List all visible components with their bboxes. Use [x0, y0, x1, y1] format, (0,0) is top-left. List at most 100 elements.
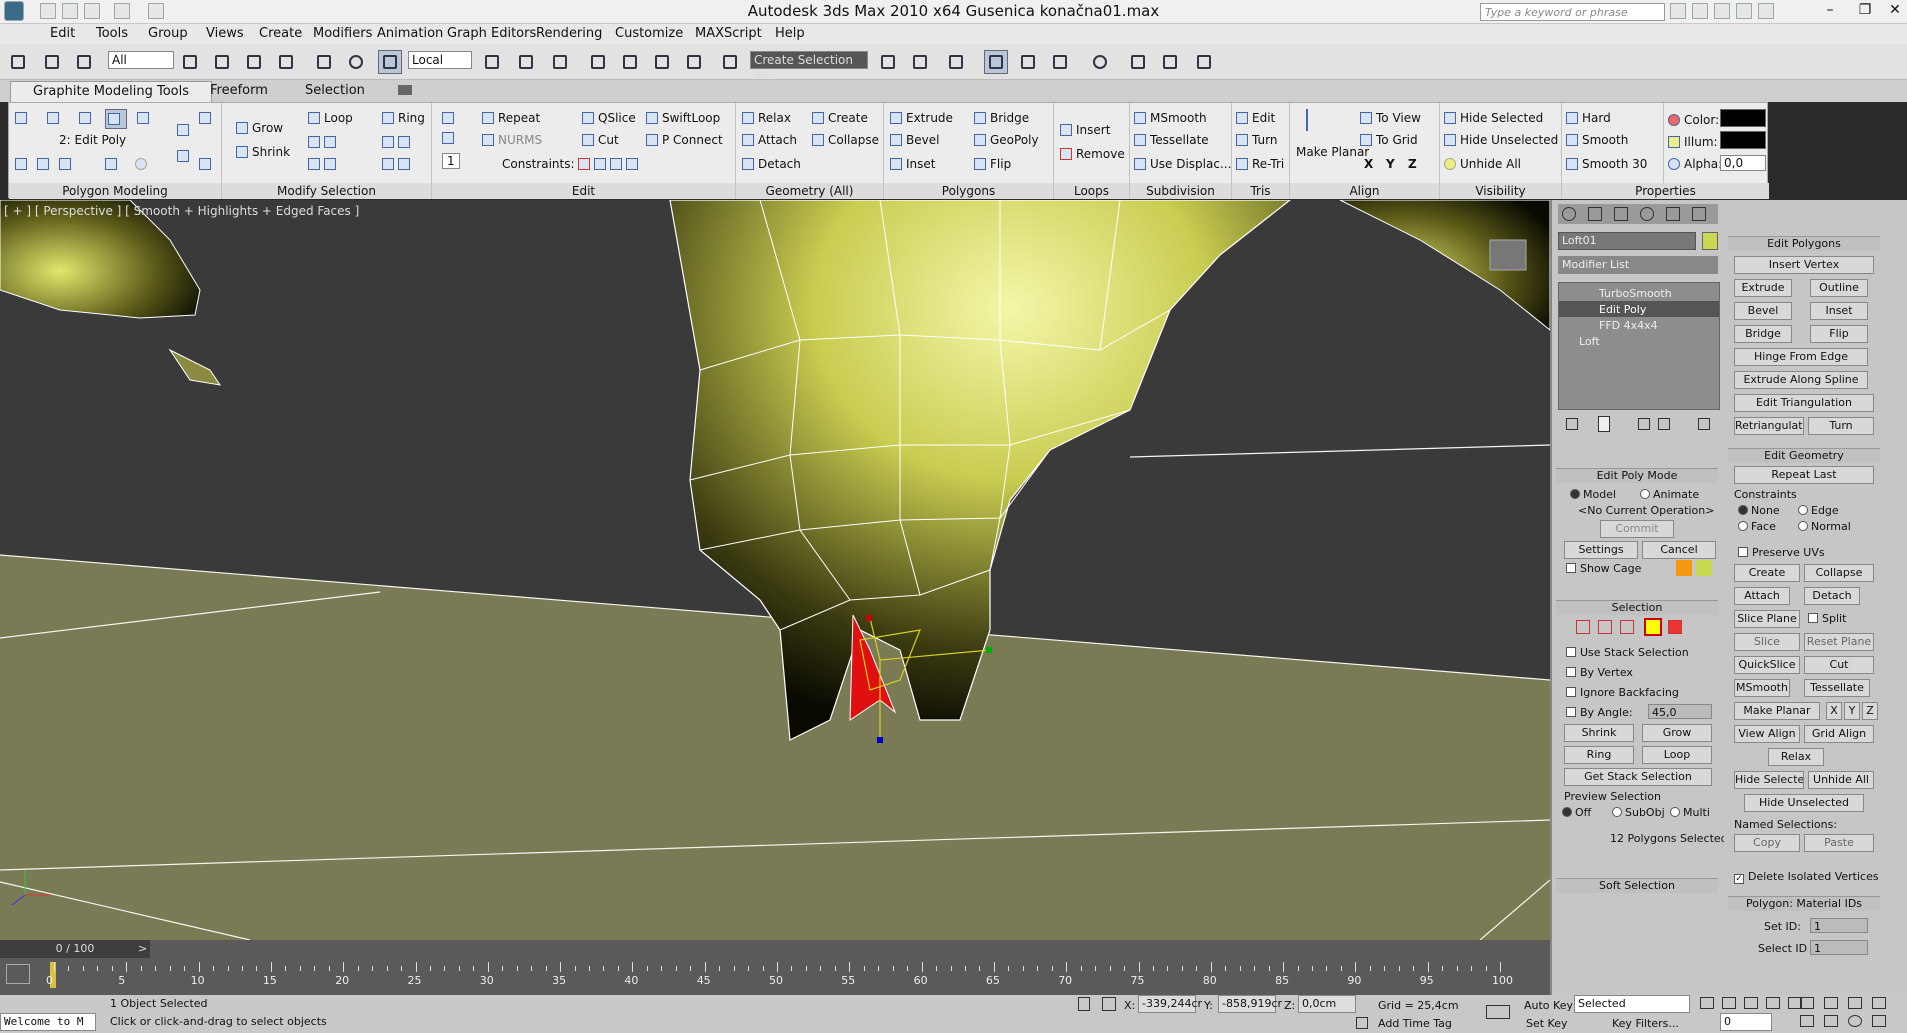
paste-button[interactable]: Paste: [1804, 834, 1874, 852]
constraint-edge-radio[interactable]: Edge: [1798, 504, 1839, 517]
rollout-selection[interactable]: Selection: [1556, 600, 1718, 615]
motion-tab-icon[interactable]: [1640, 207, 1654, 221]
mirror-icon[interactable]: [876, 50, 900, 74]
collapse-button[interactable]: Collapse: [1804, 564, 1874, 582]
slice-button[interactable]: Slice: [1734, 633, 1800, 651]
unhide-all-button[interactable]: Unhide All: [1444, 157, 1521, 171]
align-icon[interactable]: [908, 50, 932, 74]
smooth30-button[interactable]: Smooth 30: [1566, 157, 1647, 171]
hide-unselected-button[interactable]: Hide Unselected: [1744, 794, 1864, 812]
modify-mode-icon[interactable]: [199, 111, 215, 125]
make-planar-icon[interactable]: [1306, 109, 1322, 131]
menu-animation[interactable]: Animation: [377, 26, 443, 41]
zoom-extents-all-icon[interactable]: [1872, 997, 1886, 1009]
tab-graphite[interactable]: Graphite Modeling Tools: [10, 81, 213, 102]
use-stack-checkbox[interactable]: Use Stack Selection: [1566, 646, 1689, 659]
edit-named-sel-icon[interactable]: [718, 50, 742, 74]
play-icon[interactable]: [1744, 997, 1758, 1009]
cancel-button[interactable]: Cancel: [1642, 541, 1716, 559]
turn-button[interactable]: Turn: [1808, 417, 1874, 435]
angle-input[interactable]: 45,0: [1648, 704, 1712, 719]
edit-triangulation-button[interactable]: Edit Triangulation: [1734, 394, 1874, 412]
zoom-extents-icon[interactable]: [1848, 997, 1862, 1009]
graphite-toggle-icon[interactable]: [984, 50, 1008, 74]
align-x-button[interactable]: X: [1364, 157, 1373, 171]
unhide-all-button[interactable]: Unhide All: [1808, 771, 1874, 789]
auto-key-button[interactable]: Auto Key: [1524, 999, 1573, 1012]
edit-tri-button[interactable]: Edit: [1236, 111, 1275, 125]
border-mode-icon[interactable]: [79, 111, 95, 125]
bridge-button[interactable]: Bridge: [974, 111, 1029, 125]
nurms-button[interactable]: NURMS: [482, 133, 542, 147]
by-vertex-checkbox[interactable]: By Vertex: [1566, 666, 1633, 679]
viewport-label[interactable]: [ + ] [ Perspective ] [ Smooth + Highlig…: [4, 204, 359, 218]
grow-button[interactable]: Grow: [236, 121, 283, 135]
spinner-snap-icon[interactable]: [682, 50, 706, 74]
flip-button[interactable]: Flip: [974, 157, 1011, 171]
planar-x-button[interactable]: X: [1826, 702, 1842, 720]
extrude-button[interactable]: Extrude: [890, 111, 953, 125]
menu-views[interactable]: Views: [206, 26, 244, 41]
rendered-frame-icon[interactable]: [1158, 50, 1182, 74]
key-mode-select[interactable]: Selected: [1574, 995, 1690, 1013]
menu-help[interactable]: Help: [775, 26, 805, 41]
detach-button[interactable]: Detach: [1804, 587, 1860, 605]
time-slider[interactable]: 0 / 100: [0, 940, 150, 958]
pivot-center-icon[interactable]: [480, 50, 504, 74]
tab-freeform[interactable]: Freeform: [210, 83, 268, 98]
cage-color-swatch[interactable]: [1676, 560, 1692, 576]
vertex-subobj-icon[interactable]: [1576, 620, 1590, 634]
ring-button[interactable]: Ring: [1564, 746, 1634, 764]
zoom-all-icon[interactable]: [1824, 997, 1838, 1009]
rollout-edit-poly-mode[interactable]: Edit Poly Mode: [1556, 468, 1718, 483]
msmooth-button[interactable]: MSmooth: [1134, 111, 1207, 125]
properties-panel-label[interactable]: Properties: [1562, 183, 1769, 199]
key-filters-button[interactable]: Key Filters...: [1612, 1017, 1679, 1030]
search-input[interactable]: Type a keyword or phrase: [1480, 3, 1665, 21]
shrink-button[interactable]: Shrink: [236, 145, 290, 159]
panel-label[interactable]: Polygons: [884, 183, 1053, 199]
hard-button[interactable]: Hard: [1566, 111, 1611, 125]
show-end-result-icon[interactable]: [59, 157, 75, 171]
percent-snap-icon[interactable]: [650, 50, 674, 74]
remove-button[interactable]: Remove: [1060, 147, 1125, 161]
material-editor-icon[interactable]: [1088, 50, 1112, 74]
named-selection-select[interactable]: Create Selection Se: [750, 51, 868, 81]
panel-label[interactable]: Modify Selection: [222, 183, 431, 199]
geopoly-button[interactable]: GeoPoly: [974, 133, 1039, 147]
goto-start-icon[interactable]: [1700, 997, 1714, 1009]
rollout-edit-geometry[interactable]: Edit Geometry: [1728, 448, 1880, 463]
retri-button[interactable]: Re-Tri: [1236, 157, 1284, 171]
zoom-icon[interactable]: [1800, 997, 1814, 1009]
insert-vertex-button[interactable]: Insert Vertex: [1734, 256, 1874, 274]
object-color-swatch[interactable]: [1702, 232, 1718, 250]
menu-modifiers[interactable]: Modifiers: [313, 26, 372, 41]
maxscript-listener[interactable]: Welcome to M: [0, 1013, 96, 1031]
utilities-tab-icon[interactable]: [1692, 207, 1706, 221]
previous-modifier-icon[interactable]: [177, 123, 193, 137]
tessellate-button[interactable]: Tessellate: [1804, 679, 1870, 697]
align-y-button[interactable]: Y: [1386, 157, 1395, 171]
outline-button[interactable]: Outline: [1810, 279, 1868, 297]
alpha-input[interactable]: 0,0: [1720, 155, 1766, 171]
panel-label[interactable]: Align: [1290, 183, 1439, 199]
next-frame-icon[interactable]: [1766, 997, 1780, 1009]
panel-label[interactable]: Subdivision: [1130, 183, 1231, 199]
ring-mode-icon[interactable]: [382, 157, 414, 171]
color-swatch[interactable]: [1720, 109, 1766, 127]
menu-customize[interactable]: Customize: [615, 26, 683, 41]
key-icon[interactable]: [1486, 1005, 1510, 1019]
toggle-command-panel-icon[interactable]: [15, 157, 31, 171]
keyboard-shortcut-icon[interactable]: [548, 50, 572, 74]
edge-subobj-icon[interactable]: [1598, 620, 1612, 634]
ribbon-minimize-icon[interactable]: [398, 85, 412, 95]
relax-button[interactable]: Relax: [1768, 748, 1824, 766]
orbit-icon[interactable]: [1848, 1015, 1862, 1027]
make-planar-button[interactable]: Make Planar: [1296, 145, 1369, 159]
bind-space-warp-icon[interactable]: [72, 50, 96, 74]
set-key-button[interactable]: Set Key: [1526, 1017, 1568, 1030]
insert-button[interactable]: Insert: [1060, 123, 1110, 137]
pin-stack-icon[interactable]: [1566, 418, 1578, 430]
panel-label[interactable]: Visibility: [1440, 183, 1561, 199]
delete-isolated-checkbox[interactable]: ✓ Delete Isolated Vertices: [1734, 870, 1879, 884]
